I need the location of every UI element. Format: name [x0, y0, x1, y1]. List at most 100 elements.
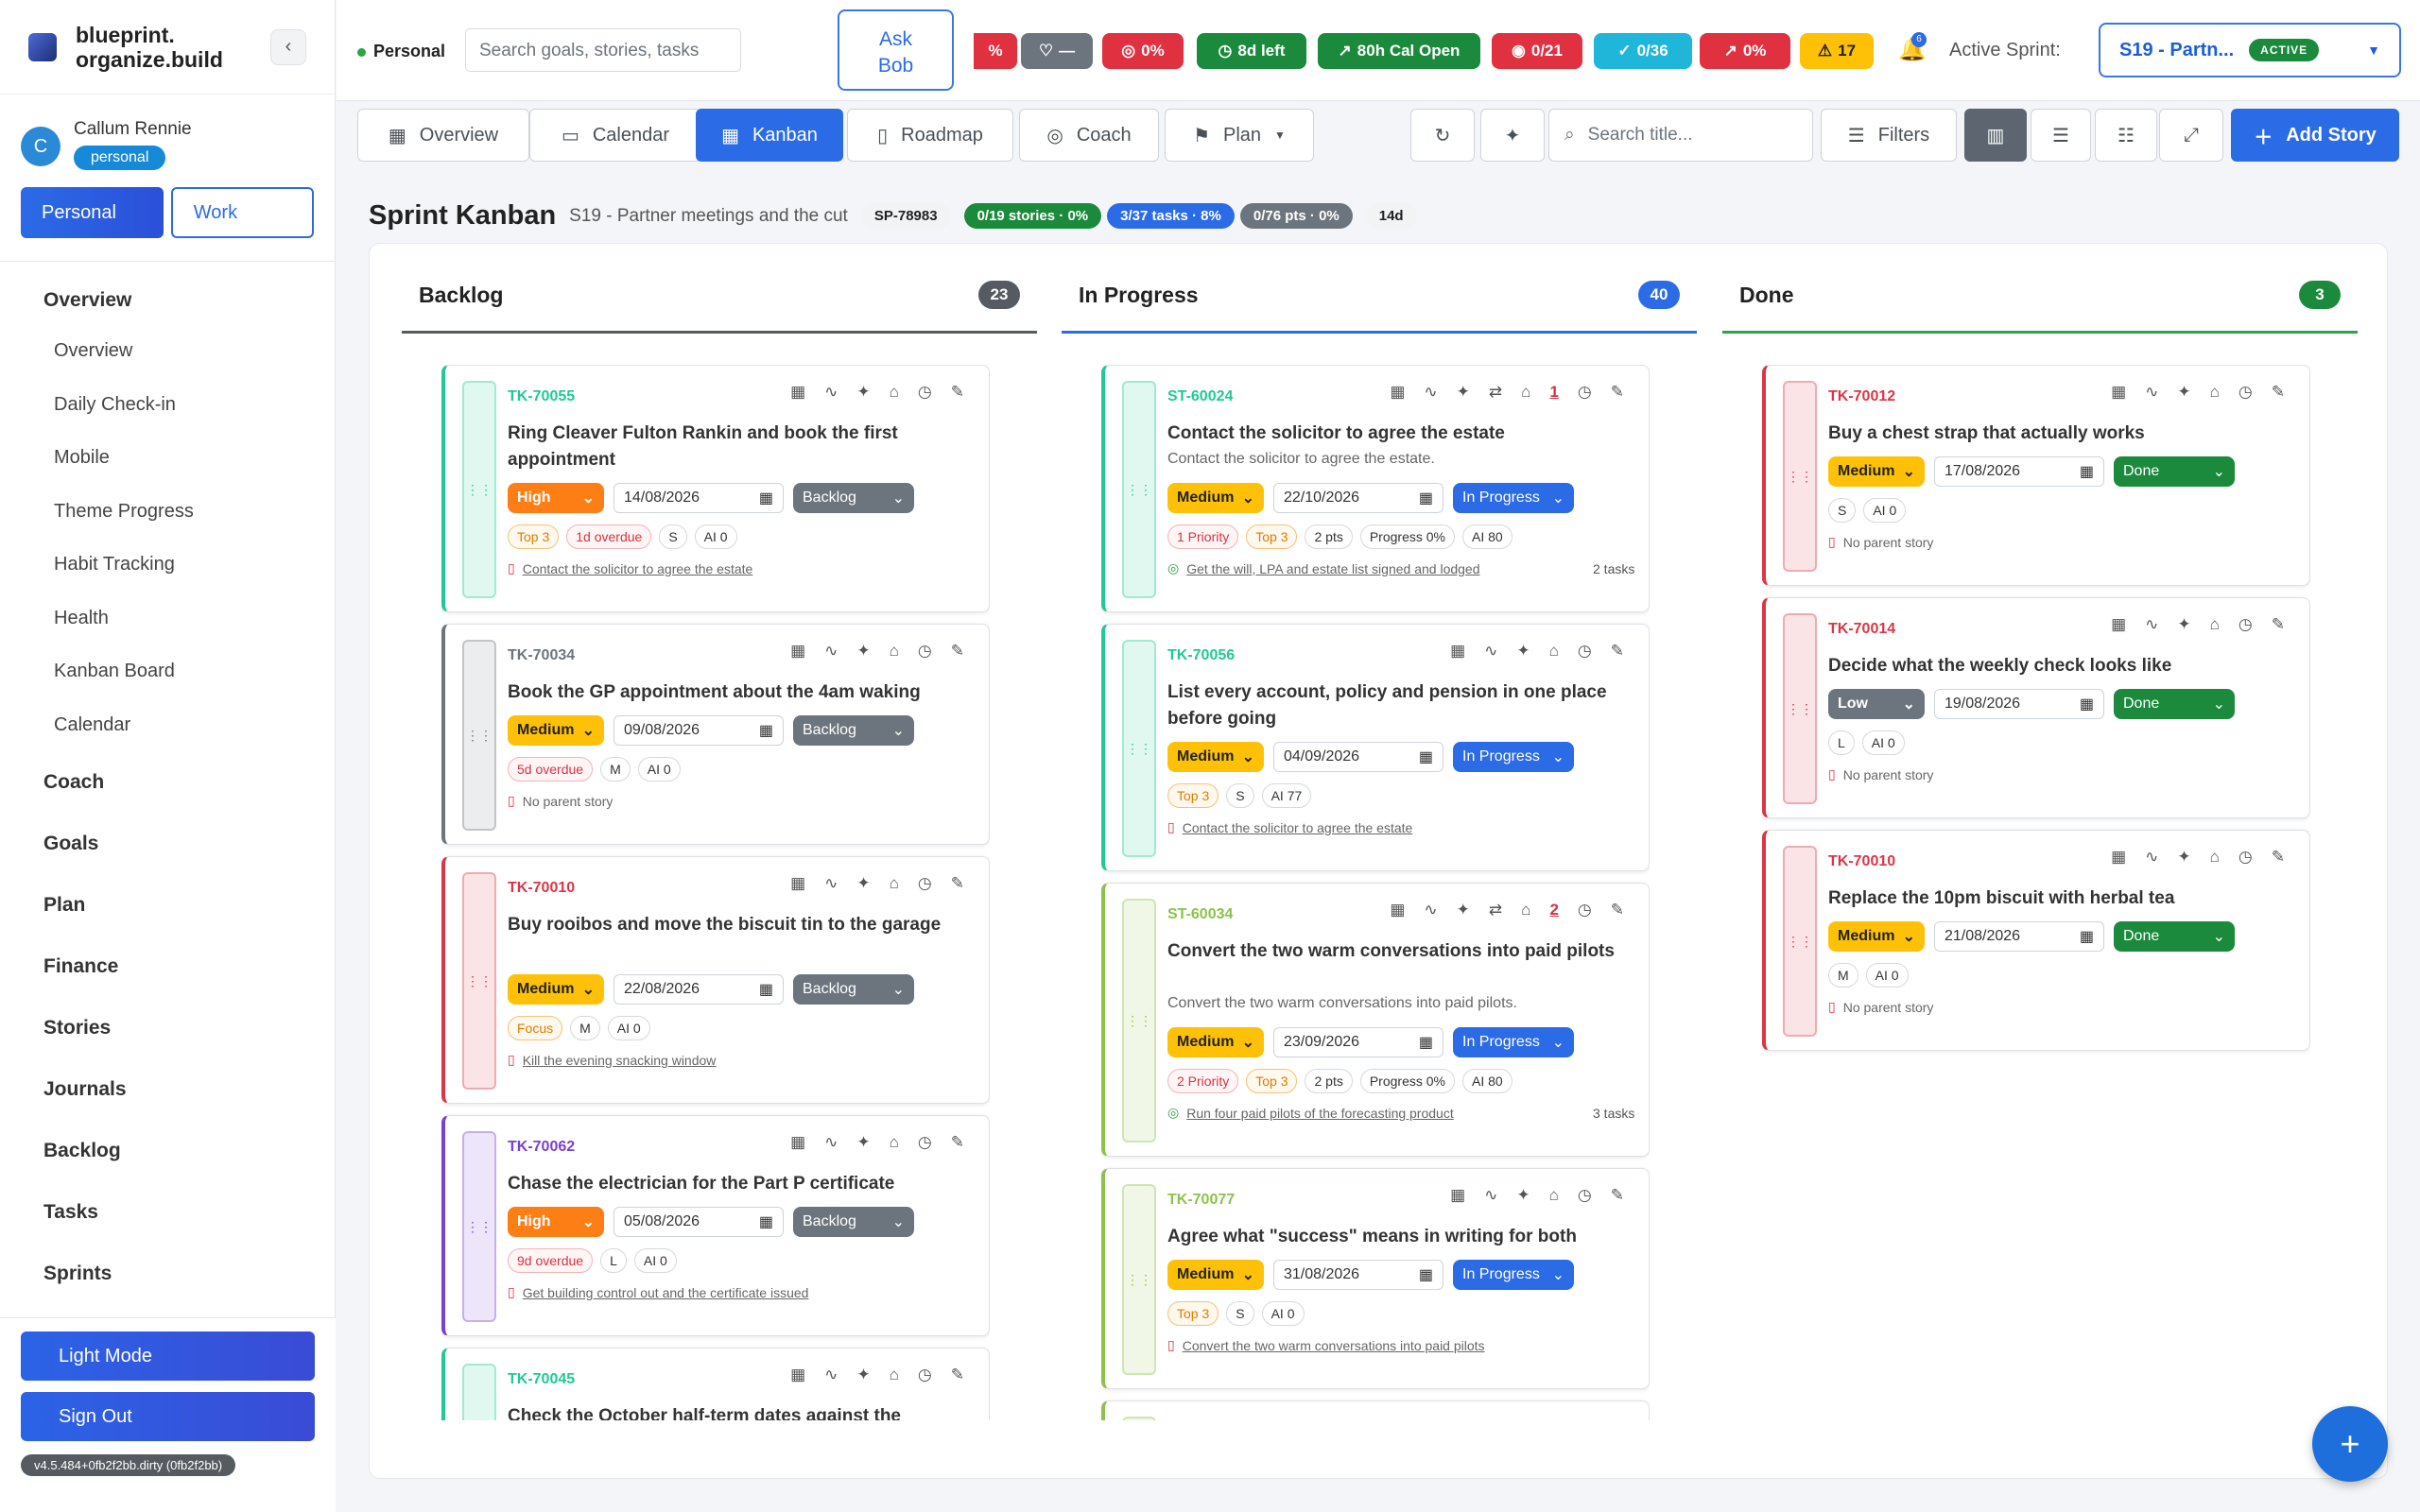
light-mode-button[interactable]: Light Mode: [21, 1332, 315, 1381]
calendar-icon[interactable]: ▦: [790, 874, 805, 893]
refresh-button[interactable]: ↻: [1410, 109, 1475, 162]
calendar-icon[interactable]: ▦: [2111, 848, 2126, 867]
edit-icon[interactable]: ✎: [2272, 383, 2285, 402]
status-pill[interactable]: ♡ —: [1021, 33, 1093, 69]
calendar-icon[interactable]: ▦: [1450, 1186, 1465, 1205]
due-date-input[interactable]: 09/08/2026 ▦: [614, 715, 784, 746]
calendar-icon[interactable]: ▦: [790, 1366, 805, 1384]
activity-icon[interactable]: ∿: [824, 642, 838, 661]
parent-story-link[interactable]: Run four paid pilots of the forecasting …: [1186, 1106, 1454, 1121]
sidebar-item-mobile[interactable]: Mobile: [0, 431, 335, 485]
sidebar-item-theme-progress[interactable]: Theme Progress: [0, 485, 335, 539]
status-select[interactable]: In Progress ⌄: [1453, 1260, 1574, 1290]
status-pill[interactable]: %: [974, 33, 1017, 69]
robot-icon[interactable]: ⌂: [890, 383, 899, 402]
task-card[interactable]: ⋮⋮ TK-70077 ▦ ∿ ✦ ⌂ ◷ ✎ Agree what "success" mea…: [1101, 1168, 1650, 1389]
card-id[interactable]: TK-70062: [508, 1139, 575, 1156]
ask-bob-button[interactable]: Ask Bob: [838, 9, 954, 91]
magic-wand-icon[interactable]: ✦: [856, 383, 870, 402]
clock-icon[interactable]: ◷: [1578, 1418, 1592, 1420]
clock-icon[interactable]: ◷: [2238, 383, 2253, 402]
magic-wand-icon[interactable]: ✦: [1516, 1186, 1530, 1205]
task-card[interactable]: ⋮⋮ TK-70056 ▦ ∿ ✦ ⌂ ◷ ✎ List every account, poli…: [1101, 624, 1650, 871]
magic-wand-icon[interactable]: ✦: [1516, 1418, 1530, 1420]
sidebar-section-overview[interactable]: Overview: [0, 277, 335, 324]
activity-icon[interactable]: ∿: [2145, 383, 2158, 402]
calendar-icon[interactable]: ▦: [2111, 615, 2126, 634]
sidebar-item-calendar[interactable]: Calendar: [0, 698, 335, 752]
priority-select[interactable]: Medium ⌄: [1167, 1027, 1264, 1057]
compact-view-toggle[interactable]: ☷: [2095, 109, 2157, 162]
clock-icon[interactable]: ◷: [918, 1133, 932, 1152]
clock-icon[interactable]: ◷: [1578, 901, 1592, 919]
task-card[interactable]: ⋮⋮ TK-70062 ▦ ∿ ✦ ⌂ ◷ ✎ Chase the electrician fo…: [441, 1115, 990, 1336]
due-date-input[interactable]: 22/08/2026 ▦: [614, 974, 784, 1005]
task-card[interactable]: ⋮⋮ ST-60034 ▦ ∿ ✦ ⇄ ⌂ 2 ◷ ✎ Convert the two warm c…: [1101, 883, 1650, 1157]
clock-icon[interactable]: ◷: [1578, 1186, 1592, 1205]
card-id[interactable]: TK-70055: [508, 388, 575, 405]
fullscreen-button[interactable]: ⤢: [2159, 109, 2223, 162]
task-card[interactable]: ⋮⋮ TK-70010 ▦ ∿ ✦ ⌂ ◷ ✎ Buy rooibos and move the…: [441, 856, 990, 1104]
magic-button[interactable]: ✦: [1480, 109, 1545, 162]
task-card[interactable]: ⋮⋮TK-70076▦∿✦⌂◷✎Get the McBurney pilot c…: [1101, 1400, 1650, 1420]
add-story-button[interactable]: ＋ Add Story: [2231, 109, 2399, 162]
board-view-toggle[interactable]: ▥: [1964, 109, 2027, 162]
card-id[interactable]: TK-70014: [1828, 621, 1895, 638]
sidebar-item-kanban-board[interactable]: Kanban Board: [0, 644, 335, 698]
edit-icon[interactable]: ✎: [1611, 642, 1624, 661]
task-card[interactable]: ⋮⋮ TK-70014 ▦ ∿ ✦ ⌂ ◷ ✎ Decide what the weekly c…: [1762, 597, 2310, 818]
card-id[interactable]: TK-70077: [1167, 1192, 1235, 1209]
status-select[interactable]: Backlog ⌄: [793, 483, 914, 513]
due-date-input[interactable]: 04/09/2026 ▦: [1273, 742, 1443, 772]
status-select[interactable]: Done ⌄: [2114, 456, 2235, 487]
robot-icon[interactable]: ⌂: [1549, 1186, 1559, 1205]
magic-wand-icon[interactable]: ✦: [1457, 901, 1470, 919]
active-sprint-select[interactable]: S19 - Partn... ACTIVE ▼: [2099, 23, 2401, 77]
magic-wand-icon[interactable]: ✦: [1516, 642, 1530, 661]
due-date-input[interactable]: 23/09/2026 ▦: [1273, 1027, 1443, 1057]
filters-button[interactable]: ☰ Filters: [1821, 109, 1957, 162]
edit-icon[interactable]: ✎: [951, 1366, 964, 1384]
robot-icon[interactable]: ⌂: [1521, 901, 1530, 919]
calendar-icon[interactable]: ▦: [790, 383, 805, 402]
status-select[interactable]: In Progress ⌄: [1453, 483, 1574, 513]
drag-handle[interactable]: ⋮⋮: [1783, 613, 1817, 804]
edit-icon[interactable]: ✎: [951, 383, 964, 402]
tab-coach[interactable]: ◎ Coach: [1019, 109, 1159, 162]
magic-wand-icon[interactable]: ✦: [856, 1366, 870, 1384]
edit-icon[interactable]: ✎: [2272, 848, 2285, 867]
activity-icon[interactable]: ∿: [1424, 901, 1437, 919]
magic-wand-icon[interactable]: ✦: [856, 642, 870, 661]
due-date-input[interactable]: 31/08/2026 ▦: [1273, 1260, 1443, 1290]
sidebar-section-backlog[interactable]: Backlog: [0, 1120, 335, 1181]
clock-icon[interactable]: ◷: [1578, 383, 1592, 402]
clock-icon[interactable]: ◷: [918, 383, 932, 402]
parent-story-link[interactable]: Get building control out and the certifi…: [523, 1285, 809, 1300]
robot-icon[interactable]: ⌂: [2210, 615, 2220, 634]
drag-handle[interactable]: ⋮⋮: [462, 1364, 496, 1420]
status-select[interactable]: Backlog ⌄: [793, 1207, 914, 1237]
task-card[interactable]: ⋮⋮ TK-70012 ▦ ∿ ✦ ⌂ ◷ ✎ Buy a chest strap that a…: [1762, 365, 2310, 586]
clock-icon[interactable]: ◷: [2238, 615, 2253, 634]
parent-story-link[interactable]: Get the will, LPA and estate list signed…: [1186, 561, 1479, 576]
magic-wand-icon[interactable]: ✦: [856, 874, 870, 893]
status-pill[interactable]: ↗ 80h Cal Open: [1318, 33, 1480, 69]
priority-select[interactable]: Low ⌄: [1828, 689, 1925, 719]
edit-icon[interactable]: ✎: [1611, 1186, 1624, 1205]
drag-handle[interactable]: ⋮⋮: [1122, 381, 1156, 598]
robot-icon[interactable]: ⌂: [1549, 1418, 1559, 1420]
parent-story-link[interactable]: Contact the solicitor to agree the estat…: [523, 561, 753, 576]
activity-icon[interactable]: ∿: [2145, 848, 2158, 867]
status-select[interactable]: Done ⌄: [2114, 921, 2235, 952]
drag-handle[interactable]: ⋮⋮: [462, 872, 496, 1090]
drag-handle[interactable]: ⋮⋮: [462, 640, 496, 831]
tab-overview[interactable]: ▦ Overview: [357, 109, 529, 162]
sidebar-item-daily-check-in[interactable]: Daily Check-in: [0, 378, 335, 432]
clock-icon[interactable]: ◷: [918, 1366, 932, 1384]
personal-context-button[interactable]: Personal: [21, 187, 164, 238]
edit-icon[interactable]: ✎: [1611, 901, 1624, 919]
edit-icon[interactable]: ✎: [1611, 1418, 1624, 1420]
drag-handle[interactable]: ⋮⋮: [1122, 1417, 1156, 1420]
status-pill[interactable]: ⚠ 17: [1800, 33, 1874, 69]
calendar-icon[interactable]: ▦: [790, 1133, 805, 1152]
